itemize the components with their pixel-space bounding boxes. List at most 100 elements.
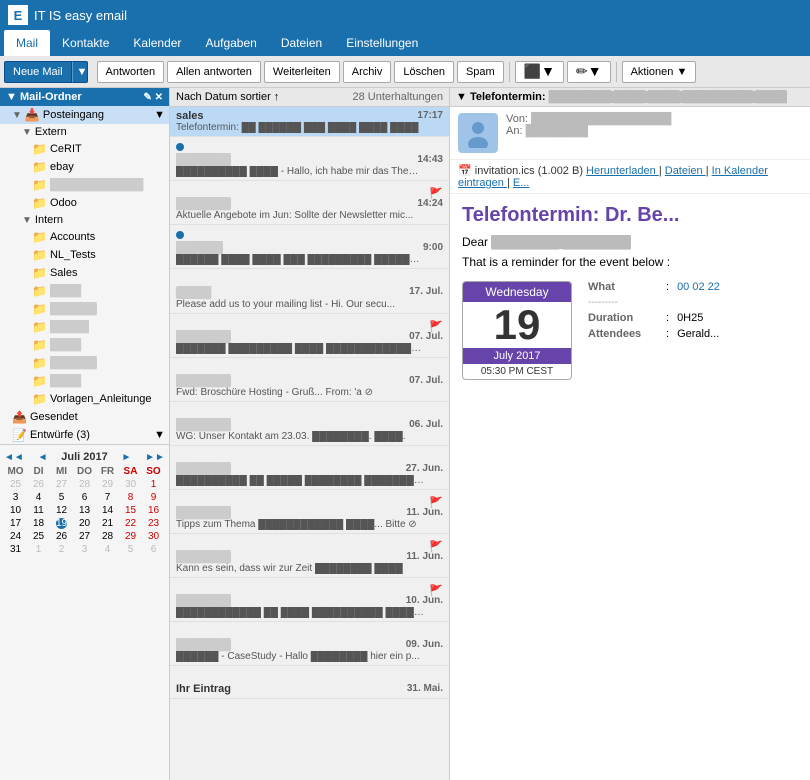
toolbar-icons2[interactable]: ✏▼ bbox=[567, 61, 611, 83]
cal-day[interactable]: 26 bbox=[27, 478, 50, 491]
nav-calendar[interactable]: Kalender bbox=[121, 30, 193, 56]
cal-day[interactable]: 27 bbox=[73, 530, 96, 543]
folder-odoo[interactable]: 📁 Odoo bbox=[0, 194, 169, 212]
email-item[interactable]: ███████14:43██████████ ████ - Hallo, ich… bbox=[170, 137, 449, 181]
email-item[interactable]: sales17:17Telefontermin: ██ ██████ ███ █… bbox=[170, 107, 449, 137]
email-item[interactable]: ███████07. Jul.Fwd: Broschüre Hosting - … bbox=[170, 358, 449, 402]
folder-b2[interactable]: 📁 ████ bbox=[0, 282, 169, 300]
folder-sales[interactable]: 📁 Sales bbox=[0, 264, 169, 282]
cal-day[interactable]: 21 bbox=[96, 517, 119, 530]
email-item[interactable]: ▶ - ⊘█17. Jul.Please add us to your mail… bbox=[170, 269, 449, 314]
cal-day[interactable]: 7 bbox=[96, 491, 119, 504]
folder-posteingang[interactable]: ▼ 📥 Posteingang ▼ bbox=[0, 106, 169, 124]
cal-day[interactable]: 29 bbox=[96, 478, 119, 491]
email-item[interactable]: ███████14:24Aktuelle Angebote im Jun: So… bbox=[170, 181, 449, 225]
sort-label[interactable]: Nach Datum sortier ↑ bbox=[176, 91, 279, 103]
sidebar-icons[interactable]: ✎ ✕ bbox=[143, 92, 163, 103]
email-item[interactable]: ███████06. Jul.WG: Unser Kontakt am 23.0… bbox=[170, 402, 449, 446]
cal-day[interactable]: 18 bbox=[27, 517, 50, 530]
cal-day[interactable]: 31 bbox=[4, 543, 27, 556]
archive-button[interactable]: Archiv bbox=[343, 61, 392, 83]
spam-button[interactable]: Spam bbox=[457, 61, 504, 83]
cal-day[interactable]: 28 bbox=[73, 478, 96, 491]
cal-day[interactable]: 5 bbox=[50, 491, 73, 504]
cal-day[interactable]: 4 bbox=[27, 491, 50, 504]
cal-day[interactable]: 1 bbox=[27, 543, 50, 556]
cal-day[interactable]: 3 bbox=[4, 491, 27, 504]
folder-dropdown[interactable]: ▼ bbox=[154, 109, 165, 121]
files-link[interactable]: Dateien bbox=[665, 165, 706, 177]
cal-day[interactable]: 23 bbox=[142, 517, 165, 530]
cal-day[interactable]: 4 bbox=[96, 543, 119, 556]
cal-day[interactable]: 13 bbox=[73, 504, 96, 517]
cal-day[interactable]: 11 bbox=[27, 504, 50, 517]
toolbar-icons1[interactable]: ⬛▼ bbox=[515, 61, 564, 83]
cal-day[interactable]: 25 bbox=[27, 530, 50, 543]
email-item[interactable]: ███████07. Jul.███████ █████████ ████ ██… bbox=[170, 314, 449, 358]
new-mail-dropdown[interactable]: ▼ bbox=[72, 61, 88, 83]
folder-intern[interactable]: ▼ Intern bbox=[0, 212, 169, 228]
cal-day[interactable]: 12 bbox=[50, 504, 73, 517]
folder-b6[interactable]: 📁 ██████ bbox=[0, 354, 169, 372]
email-item[interactable]: ███████27. Jun.██████████ ██ █████ █████… bbox=[170, 446, 449, 490]
email-item[interactable]: ███████09. Jun.██████ - CaseStudy - Hall… bbox=[170, 622, 449, 666]
cal-day[interactable]: 16 bbox=[142, 504, 165, 517]
actions-button[interactable]: Aktionen ▼ bbox=[622, 61, 697, 83]
folder-cerit[interactable]: 📁 CeRIT bbox=[0, 140, 169, 158]
folder-gesendet[interactable]: 📤 Gesendet bbox=[0, 408, 169, 426]
folder-vorlagen[interactable]: 📁 Vorlagen_Anleitunge bbox=[0, 390, 169, 408]
cal-day[interactable]: 3 bbox=[73, 543, 96, 556]
forward-button[interactable]: Weiterleiten bbox=[264, 61, 340, 83]
cal-day[interactable]: 5 bbox=[119, 543, 142, 556]
folder-b4[interactable]: 📁 █████ bbox=[0, 318, 169, 336]
reply-all-button[interactable]: Allen antworten bbox=[167, 61, 261, 83]
nav-tasks[interactable]: Aufgaben bbox=[193, 30, 268, 56]
email-item[interactable]: ███████11. Jun.Tipps zum Thema █████████… bbox=[170, 490, 449, 534]
cal-day[interactable]: 22 bbox=[119, 517, 142, 530]
cal-day[interactable]: 2 bbox=[50, 543, 73, 556]
nav-files[interactable]: Dateien bbox=[269, 30, 334, 56]
more-link[interactable]: E... bbox=[513, 177, 530, 189]
cal-day[interactable]: 15 bbox=[119, 504, 142, 517]
cal-day[interactable]: 26 bbox=[50, 530, 73, 543]
folder-blurred1[interactable]: 📁 ████████████ bbox=[0, 176, 169, 194]
cal-prev-month[interactable]: ◄ bbox=[38, 452, 48, 463]
cal-day[interactable]: 19 bbox=[50, 517, 73, 530]
folder-nltests[interactable]: 📁 NL_Tests bbox=[0, 246, 169, 264]
cal-day[interactable]: 14 bbox=[96, 504, 119, 517]
folder-entwuerfe-dropdown[interactable]: ▼ bbox=[154, 429, 165, 441]
cal-day[interactable]: 30 bbox=[142, 530, 165, 543]
email-item[interactable]: ███████10. Jun.████████████ ██ ████ ████… bbox=[170, 578, 449, 622]
folder-b7[interactable]: 📁 ████ bbox=[0, 372, 169, 390]
cal-day[interactable]: 9 bbox=[142, 491, 165, 504]
cal-prev[interactable]: ◄◄ bbox=[4, 452, 24, 463]
delete-button[interactable]: Löschen bbox=[394, 61, 454, 83]
cal-day[interactable]: 24 bbox=[4, 530, 27, 543]
folder-entwuerfe[interactable]: 📝 Entwürfe (3) ▼ bbox=[0, 426, 169, 444]
folder-accounts[interactable]: 📁 Accounts bbox=[0, 228, 169, 246]
cal-day[interactable]: 1 bbox=[142, 478, 165, 491]
cal-day[interactable]: 30 bbox=[119, 478, 142, 491]
new-mail-button[interactable]: Neue Mail bbox=[4, 61, 72, 83]
email-item[interactable]: Ihr Eintrag31. Mai. bbox=[170, 666, 449, 699]
email-item[interactable]: ███████11. Jun.Kann es sein, dass wir zu… bbox=[170, 534, 449, 578]
cal-day[interactable]: 20 bbox=[73, 517, 96, 530]
cal-day[interactable]: 6 bbox=[142, 543, 165, 556]
cal-next[interactable]: ►► bbox=[145, 452, 165, 463]
download-link[interactable]: Herunterladen bbox=[586, 165, 659, 177]
cal-day[interactable]: 28 bbox=[96, 530, 119, 543]
cal-next-month[interactable]: ► bbox=[121, 452, 131, 463]
cal-day[interactable]: 6 bbox=[73, 491, 96, 504]
cal-day[interactable]: 8 bbox=[119, 491, 142, 504]
folder-extern[interactable]: ▼ Extern bbox=[0, 124, 169, 140]
cal-day[interactable]: 25 bbox=[4, 478, 27, 491]
nav-settings[interactable]: Einstellungen bbox=[334, 30, 430, 56]
reply-button[interactable]: Antworten bbox=[97, 61, 165, 83]
cal-day[interactable]: 10 bbox=[4, 504, 27, 517]
nav-contacts[interactable]: Kontakte bbox=[50, 30, 121, 56]
cal-day[interactable]: 17 bbox=[4, 517, 27, 530]
folder-b3[interactable]: 📁 ██████ bbox=[0, 300, 169, 318]
email-item[interactable]: ██████9:00██████ ████ ████ ███ █████████… bbox=[170, 225, 449, 269]
cal-day[interactable]: 27 bbox=[50, 478, 73, 491]
nav-mail[interactable]: Mail bbox=[4, 30, 50, 56]
